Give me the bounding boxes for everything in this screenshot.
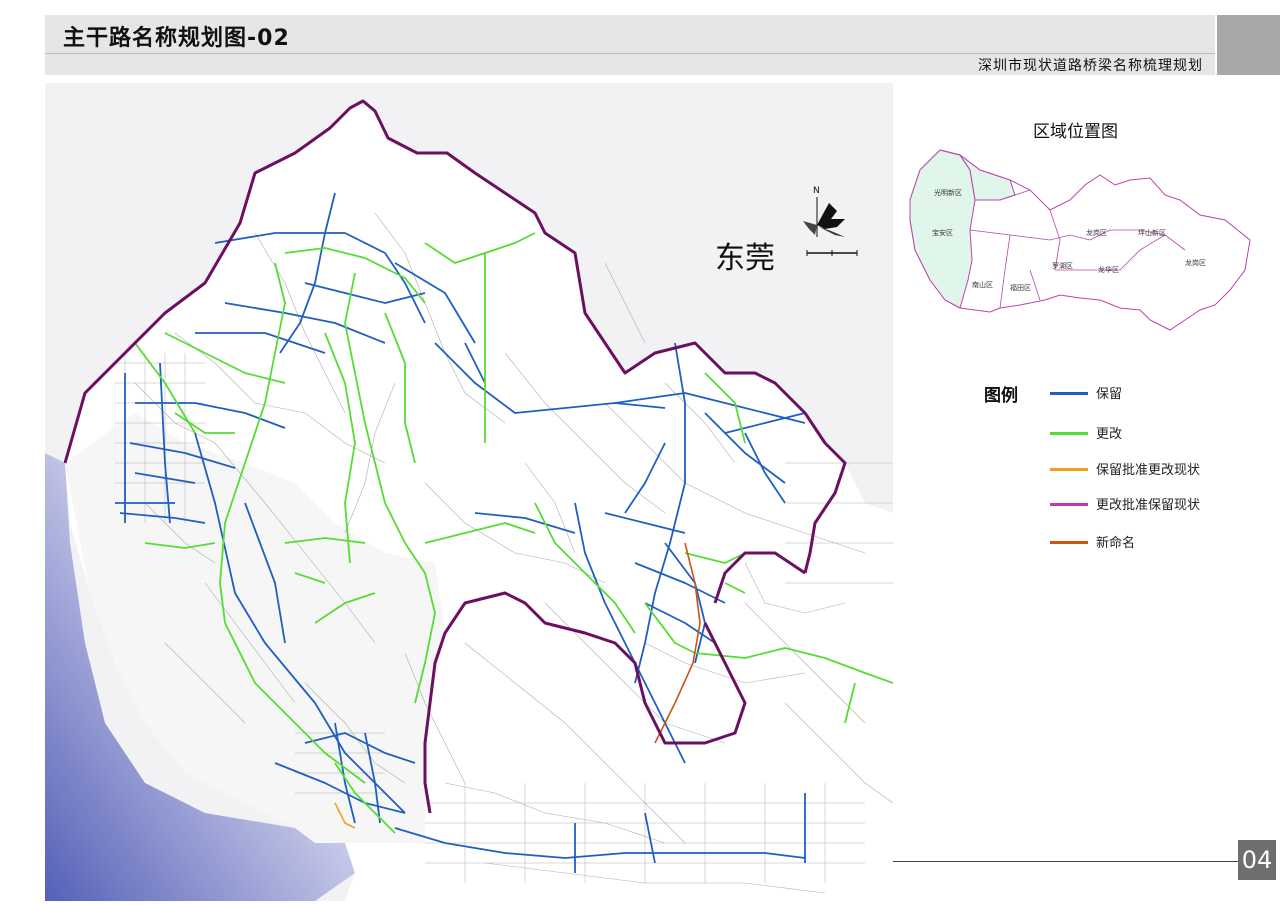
document-subtitle: 深圳市现状道路桥梁名称梳理规划 xyxy=(978,58,1203,74)
legend-label: 保留批准更改现状 xyxy=(1096,463,1201,478)
legend-label: 保留 xyxy=(1096,387,1123,402)
legend-swatch xyxy=(1050,392,1088,395)
legend-swatch xyxy=(1050,432,1088,435)
locator-map-svg: 光明新区 宝安区 龙岗区 坪山新区 罗湖区 龙华区 福田区 南山区 龙岗区 xyxy=(909,149,1251,331)
locator-district-label: 龙岗区 xyxy=(1185,258,1206,267)
footer-rule xyxy=(893,861,1238,862)
dongguan-label: 东莞 xyxy=(715,241,775,276)
corner-block xyxy=(1217,15,1280,75)
locator-district-label: 宝安区 xyxy=(932,228,953,237)
locator-district-label: 光明新区 xyxy=(934,188,962,197)
legend-label: 更改 xyxy=(1096,427,1123,442)
locator-map-title: 区域位置图 xyxy=(1033,122,1118,142)
legend-title: 图例 xyxy=(984,386,1018,406)
locator-district-label: 福田区 xyxy=(1010,283,1031,292)
header-bar: 主干路名称规划图-02 xyxy=(45,15,1215,54)
legend-swatch xyxy=(1050,503,1088,506)
page-number: 04 xyxy=(1238,840,1276,880)
svg-text:N: N xyxy=(813,186,820,196)
legend-swatch xyxy=(1050,468,1088,471)
locator-district-label: 龙岗区 xyxy=(1086,228,1107,237)
legend-label: 新命名 xyxy=(1096,536,1136,551)
road-map-svg: N xyxy=(45,83,893,901)
main-map[interactable]: N 东莞 xyxy=(45,83,893,901)
legend-swatch xyxy=(1050,541,1088,544)
locator-district-label: 坪山新区 xyxy=(1138,228,1166,237)
header-subtitle-bar: 深圳市现状道路桥梁名称梳理规划 xyxy=(45,54,1215,75)
locator-district-label: 龙华区 xyxy=(1098,265,1119,274)
page-title: 主干路名称规划图-02 xyxy=(63,26,290,51)
legend-label: 更改批准保留现状 xyxy=(1096,498,1201,513)
locator-district-label: 南山区 xyxy=(972,280,993,289)
locator-district-label: 罗湖区 xyxy=(1052,261,1073,270)
locator-map: 光明新区 宝安区 龙岗区 坪山新区 罗湖区 龙华区 福田区 南山区 龙岗区 xyxy=(900,140,1260,340)
